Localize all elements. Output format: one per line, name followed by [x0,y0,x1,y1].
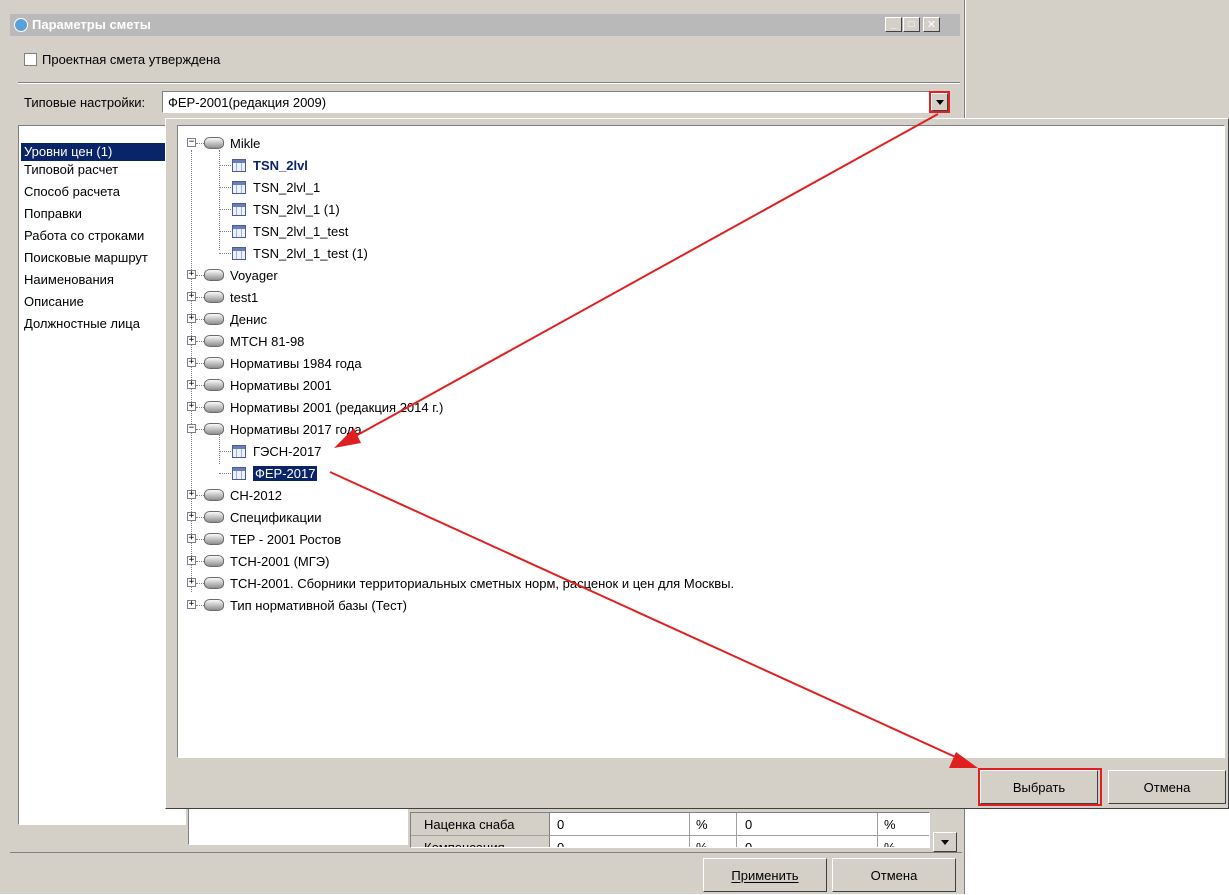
annotation-arrow-2-head [949,752,978,768]
annotation-overlay [329,113,978,768]
annotation-arrow-1-line [351,113,939,439]
annotation-arrow-1-head [334,428,361,448]
annotation-arrow-2-line [329,471,963,761]
